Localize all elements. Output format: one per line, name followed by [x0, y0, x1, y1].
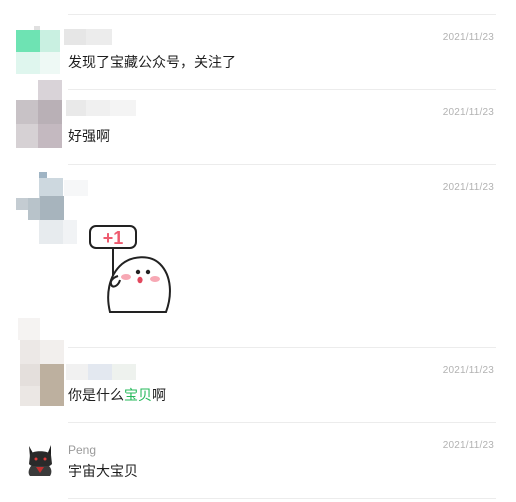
divider	[68, 164, 496, 165]
comment-text: 宇宙大宝贝	[68, 463, 138, 479]
comment-text: 发现了宝藏公众号，关注了	[68, 54, 236, 70]
avatar[interactable]	[16, 172, 88, 244]
author-name-blurred	[66, 364, 136, 380]
divider	[68, 347, 496, 348]
comment-text: 好强啊	[68, 128, 110, 144]
comment-date: 2021/11/23	[442, 365, 494, 376]
comment-date: 2021/11/23	[442, 182, 494, 193]
author-name-blurred	[66, 100, 136, 116]
comment-date: 2021/11/23	[442, 440, 494, 451]
comment-date: 2021/11/23	[442, 32, 494, 43]
highlighted-keyword[interactable]: 宝贝	[124, 387, 152, 403]
comment-text: 你是什么宝贝啊	[68, 387, 166, 403]
comment-list: 2021/11/23 发现了宝藏公众号，关注了 2021/11/23 好强啊 2…	[0, 0, 516, 502]
sticker-caption: +1	[103, 228, 124, 248]
author-name[interactable]: Peng	[68, 442, 96, 458]
divider	[68, 498, 496, 499]
plus-one-sticker-icon: +1	[89, 225, 171, 313]
author-name-blurred	[64, 29, 112, 45]
comment-date: 2021/11/23	[442, 107, 494, 118]
divider	[68, 89, 496, 90]
divider	[68, 422, 496, 423]
avatar[interactable]	[16, 80, 64, 148]
avatar[interactable]	[22, 440, 58, 476]
avatar[interactable]	[16, 26, 60, 74]
black-cat-avatar-icon	[22, 440, 58, 476]
plus-one-sticker[interactable]: +1	[88, 224, 174, 316]
avatar[interactable]	[18, 318, 66, 408]
divider	[68, 14, 496, 15]
